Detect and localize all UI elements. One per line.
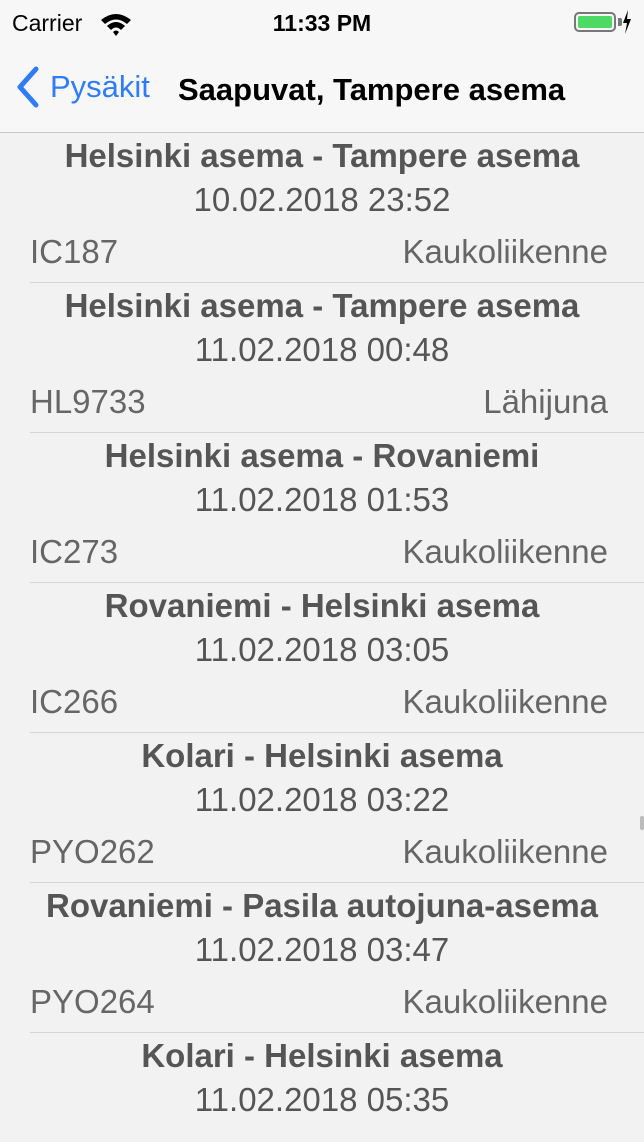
train-id: PYO262 xyxy=(30,833,155,870)
train-row[interactable]: Rovaniemi - Pasila autojuna-asema 11.02.… xyxy=(0,883,644,1033)
arrival-time: 11.02.2018 05:35 xyxy=(194,1081,450,1118)
train-type: Kaukoliikenne xyxy=(402,983,608,1020)
page-title: Saapuvat, Tampere asema xyxy=(178,72,566,107)
train-route: Helsinki asema - Tampere asema xyxy=(64,287,580,324)
train-route: Helsinki asema - Rovaniemi xyxy=(104,437,540,474)
train-type: Kaukoliikenne xyxy=(402,233,608,270)
arrival-time: 11.02.2018 01:53 xyxy=(194,481,450,518)
battery-icon xyxy=(574,12,616,32)
train-row[interactable]: Helsinki asema - Rovaniemi 11.02.2018 01… xyxy=(0,433,644,583)
status-bar: Carrier 11:33 PM xyxy=(0,0,644,46)
train-id: HL9733 xyxy=(30,383,146,420)
train-row[interactable]: Helsinki asema - Tampere asema 11.02.201… xyxy=(0,283,644,433)
train-route: Kolari - Helsinki asema xyxy=(141,737,503,774)
status-time: 11:33 PM xyxy=(272,10,372,36)
back-button[interactable]: Pysäkit xyxy=(16,66,150,108)
train-row[interactable]: Kolari - Helsinki asema 11.02.2018 05:35 xyxy=(0,1033,644,1142)
arrival-time: 11.02.2018 03:47 xyxy=(194,931,450,968)
back-label: Pysäkit xyxy=(50,69,150,104)
bolt-icon xyxy=(623,10,631,34)
train-type: Kaukoliikenne xyxy=(402,533,608,570)
train-type: Kaukoliikenne xyxy=(402,683,608,720)
train-list[interactable]: Helsinki asema - Tampere asema 10.02.201… xyxy=(0,133,644,1142)
train-row[interactable]: Helsinki asema - Tampere asema 10.02.201… xyxy=(0,133,644,283)
arrival-time: 11.02.2018 00:48 xyxy=(194,331,450,368)
train-id: IC273 xyxy=(30,533,119,570)
train-row[interactable]: Kolari - Helsinki asema 11.02.2018 03:22… xyxy=(0,733,644,883)
chevron-left-icon xyxy=(17,66,39,108)
train-route: Rovaniemi - Helsinki asema xyxy=(104,587,540,624)
arrival-time: 10.02.2018 23:52 xyxy=(193,181,451,218)
train-type: Kaukoliikenne xyxy=(402,833,608,870)
train-id: IC266 xyxy=(30,683,119,720)
train-route: Kolari - Helsinki asema xyxy=(141,1037,503,1074)
navigation-bar: Pysäkit Saapuvat, Tampere asema xyxy=(0,46,644,133)
train-id: PYO264 xyxy=(30,983,155,1020)
train-row[interactable]: Rovaniemi - Helsinki asema 11.02.2018 03… xyxy=(0,583,644,733)
train-id: IC187 xyxy=(30,233,119,270)
scroll-indicator[interactable] xyxy=(640,816,644,830)
battery-level xyxy=(578,16,612,28)
train-route: Helsinki asema - Tampere asema xyxy=(64,137,580,174)
train-type: Lähijuna xyxy=(483,383,608,420)
arrival-time: 11.02.2018 03:22 xyxy=(194,781,450,818)
train-route: Rovaniemi - Pasila autojuna-asema xyxy=(45,887,599,924)
arrival-time: 11.02.2018 03:05 xyxy=(194,631,450,668)
